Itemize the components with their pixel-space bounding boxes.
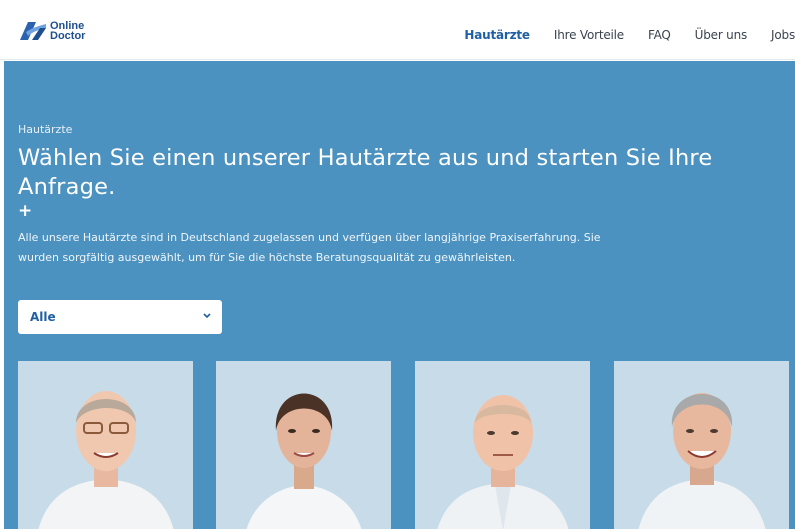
doctor-portrait-2 bbox=[216, 361, 391, 529]
nav-item-faq[interactable]: FAQ bbox=[648, 28, 671, 42]
logo-line-2: Doctor bbox=[50, 30, 86, 42]
logo-icon bbox=[20, 22, 46, 40]
plus-icon: + bbox=[18, 201, 33, 221]
page-title: Wählen Sie einen unserer Hautärzte aus u… bbox=[18, 145, 713, 200]
doctor-card[interactable] bbox=[415, 361, 590, 529]
doctor-card[interactable] bbox=[18, 361, 193, 529]
main-nav: Hautärzte Ihre Vorteile FAQ Über uns Job… bbox=[440, 28, 795, 42]
nav-item-hautaerzte[interactable]: Hautärzte bbox=[464, 28, 530, 42]
doctor-card[interactable] bbox=[614, 361, 789, 529]
doctor-portrait-4 bbox=[614, 361, 789, 529]
doctor-portrait-1 bbox=[18, 361, 193, 529]
nav-item-jobs[interactable]: Jobs bbox=[771, 28, 795, 42]
logo-text: Online Doctor bbox=[50, 21, 86, 42]
breadcrumb[interactable]: Hautärzte bbox=[18, 123, 72, 136]
chevron-down-icon bbox=[203, 313, 211, 319]
doctor-card[interactable] bbox=[216, 361, 391, 529]
logo[interactable]: Online Doctor bbox=[18, 20, 85, 42]
hero-section: Hautärzte Wählen Sie einen unserer Hautä… bbox=[4, 61, 795, 529]
nav-item-ihre-vorteile[interactable]: Ihre Vorteile bbox=[554, 28, 624, 42]
doctor-filter-select[interactable]: Alle bbox=[18, 300, 222, 334]
doctor-portrait-3 bbox=[415, 361, 590, 529]
site-header: Online Doctor Hautärzte Ihre Vorteile FA… bbox=[0, 0, 795, 60]
hero-description: Alle unsere Hautärzte sind in Deutschlan… bbox=[18, 231, 601, 264]
nav-item-ueber-uns[interactable]: Über uns bbox=[695, 28, 748, 42]
select-value: Alle bbox=[30, 310, 56, 324]
